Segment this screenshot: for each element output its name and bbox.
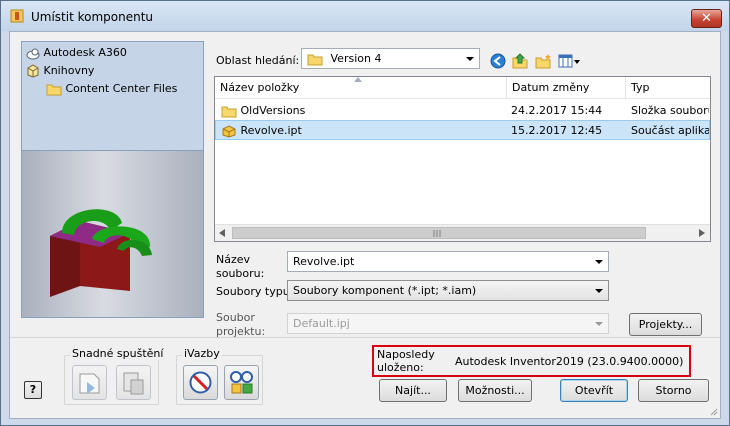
- find-button[interactable]: Najít...: [379, 379, 447, 402]
- part-icon: [222, 125, 236, 138]
- chevron-down-icon: [595, 289, 603, 293]
- new-folder-icon[interactable]: [534, 52, 552, 70]
- filename-label: Název souboru:: [216, 253, 265, 280]
- quick-launch-label: Snadné spuštění: [70, 347, 166, 360]
- location-item-a360[interactable]: Autodesk A360: [26, 45, 127, 61]
- location-item-libraries[interactable]: Knihovny: [26, 63, 94, 79]
- file-list[interactable]: Název položky Datum změny Typ OldVersion…: [214, 76, 711, 242]
- file-row-oldversions[interactable]: OldVersions 24.2.2017 15:44 Složka soubo…: [215, 101, 710, 121]
- search-location-label: Oblast hledání:: [216, 54, 300, 67]
- sort-ascending-icon: [354, 77, 362, 82]
- scroll-right-icon[interactable]: [699, 229, 705, 237]
- locations-panel: Autodesk A360 Knihovny Content Center Fi…: [21, 41, 204, 162]
- chevron-down-icon: [595, 260, 603, 264]
- title-bar[interactable]: Umístit komponentu ✕: [1, 1, 729, 31]
- inventor-app-icon: [10, 9, 24, 23]
- last-saved-info: Naposledy uloženo: Autodesk Inventor2019…: [372, 345, 691, 377]
- file-name-cell: OldVersions: [221, 101, 305, 121]
- location-item-content-center[interactable]: Content Center Files: [46, 81, 177, 97]
- options-button[interactable]: Možnosti...: [458, 379, 532, 402]
- imate-icon: [189, 371, 212, 394]
- folder-icon: [221, 106, 237, 118]
- location-label: Autodesk A360: [43, 46, 127, 59]
- close-button[interactable]: ✕: [691, 9, 722, 28]
- libraries-icon: [27, 64, 39, 78]
- column-header-date[interactable]: Datum změny: [507, 77, 626, 99]
- imates-label: iVazby: [182, 347, 222, 360]
- last-saved-label: Naposledy uloženo:: [377, 348, 435, 374]
- column-header-name[interactable]: Název položky: [215, 77, 507, 99]
- back-arrow-icon[interactable]: [489, 52, 507, 70]
- scroll-thumb[interactable]: [232, 227, 646, 239]
- project-label: Soubor projektu:: [216, 311, 266, 338]
- file-type-cell: Složka souborů: [631, 104, 709, 117]
- quick-launch-workgroup-button[interactable]: [116, 365, 151, 400]
- cancel-button[interactable]: Storno: [638, 379, 709, 402]
- chevron-down-icon: [466, 57, 474, 61]
- view-menu-icon[interactable]: [558, 52, 582, 70]
- workgroup-icon: [123, 372, 144, 395]
- folder-icon: [307, 54, 323, 66]
- dialog-window: Umístit komponentu ✕ Autodesk A360 Kniho…: [0, 0, 730, 426]
- projects-button[interactable]: Projekty...: [629, 313, 702, 336]
- quick-launch-recent-button[interactable]: [72, 365, 107, 400]
- resize-grip-icon[interactable]: [708, 406, 718, 416]
- search-location-dropdown[interactable]: Version 4: [301, 48, 480, 69]
- filename-input[interactable]: Revolve.ipt: [287, 251, 609, 272]
- file-date-cell: 15.2.2017 12:45: [511, 124, 603, 137]
- part-preview: [21, 150, 204, 318]
- imate-interactive-button[interactable]: [183, 365, 218, 400]
- file-row-revolve[interactable]: Revolve.ipt 15.2.2017 12:45 Součást apli…: [215, 120, 710, 140]
- scroll-left-icon[interactable]: [219, 229, 225, 237]
- file-name-cell: Revolve.ipt: [221, 121, 302, 141]
- imate-composite-icon: [230, 371, 253, 394]
- search-location-value: Version 4: [330, 52, 382, 65]
- open-button[interactable]: Otevřít: [560, 379, 628, 402]
- file-date-cell: 24.2.2017 15:44: [511, 104, 603, 117]
- window-title: Umístit komponentu: [31, 10, 154, 24]
- file-type-cell: Součást aplikac: [631, 124, 709, 137]
- recent-files-icon: [79, 373, 100, 394]
- location-label: Knihovny: [43, 64, 95, 77]
- help-button[interactable]: ?: [24, 381, 42, 399]
- imate-composite-button[interactable]: [224, 365, 259, 400]
- folder-icon: [46, 84, 62, 96]
- horizontal-scrollbar[interactable]: [215, 224, 710, 241]
- dialog-body: Autodesk A360 Knihovny Content Center Fi…: [9, 31, 721, 419]
- grip-icon: [433, 230, 441, 237]
- column-header-type[interactable]: Typ: [626, 77, 710, 99]
- up-folder-icon[interactable]: [511, 52, 529, 70]
- a360-icon: [26, 48, 40, 60]
- last-saved-value: Autodesk Inventor2019 (23.0.9400.0000): [455, 355, 684, 368]
- location-label: Content Center Files: [65, 82, 178, 95]
- chevron-down-icon: [595, 322, 603, 326]
- divider: [10, 337, 720, 338]
- filetype-dropdown[interactable]: Soubory komponent (*.ipt; *.iam): [287, 280, 609, 301]
- project-dropdown[interactable]: Default.ipj: [287, 313, 609, 334]
- filetype-label: Soubory typu:: [216, 285, 294, 298]
- part-3d-preview-image: [50, 209, 152, 297]
